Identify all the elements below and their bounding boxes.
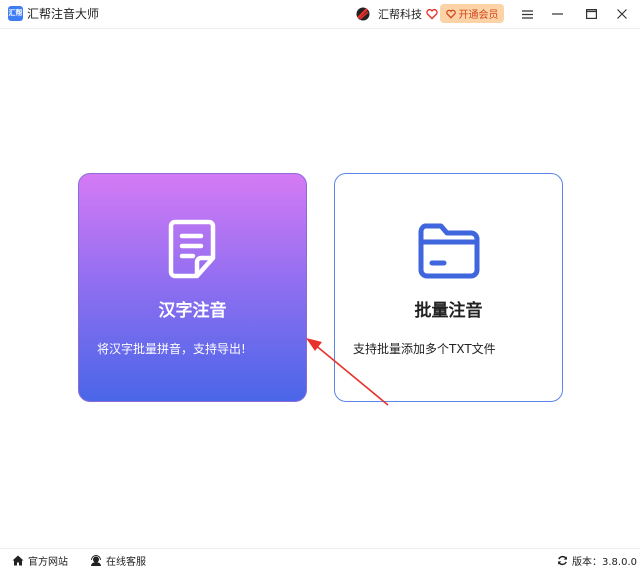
vip-button[interactable]: 开通会员 <box>440 4 504 23</box>
card-batch-zhuyin[interactable]: 批量注音 支持批量添加多个TXT文件 <box>334 173 563 402</box>
official-website-link[interactable]: 官方网站 <box>12 553 68 568</box>
vip-button-label: 开通会员 <box>458 10 499 21</box>
online-support-label: 在线客服 <box>106 557 146 568</box>
card-description: 将汉字批量拼音，支持导出! <box>97 342 246 356</box>
document-icon <box>168 219 215 279</box>
minimize-icon <box>551 13 563 15</box>
heart-icon[interactable] <box>426 8 438 20</box>
close-icon <box>617 9 627 19</box>
app-logo-text: 汇帮 <box>8 9 23 17</box>
online-support-link[interactable]: 在线客服 <box>90 553 146 568</box>
folder-icon <box>418 223 479 279</box>
menu-button[interactable] <box>516 4 538 24</box>
card-title: 批量注音 <box>414 301 483 321</box>
brand-name: 汇帮科技 <box>378 8 422 21</box>
status-bar: 官方网站 在线客服 版本：3.8.0.0 <box>0 548 640 571</box>
close-button[interactable] <box>611 4 633 24</box>
version-label: 版本：3.8.0.0 <box>572 557 637 568</box>
app-logo-icon: 汇帮 <box>8 6 23 21</box>
card-description: 支持批量添加多个TXT文件 <box>353 342 496 356</box>
brand-logo-icon <box>356 7 370 21</box>
version-info[interactable]: 版本：3.8.0.0 <box>557 553 637 568</box>
official-website-label: 官方网站 <box>28 557 68 568</box>
brand: 汇帮科技 <box>355 4 438 24</box>
maximize-icon <box>585 9 597 19</box>
refresh-icon <box>558 555 567 566</box>
minimize-button[interactable] <box>546 4 568 24</box>
menu-icon <box>521 9 533 19</box>
home-icon <box>12 555 24 566</box>
app-title: 汇帮注音大师 <box>27 7 100 21</box>
title-bar: 汇帮 汇帮注音大师 汇帮科技 开通会员 <box>0 0 640 29</box>
headset-icon <box>91 554 101 566</box>
vip-heart-icon <box>445 9 456 19</box>
card-hanzi-zhuyin[interactable]: 汉字注音 将汉字批量拼音，支持导出! <box>78 173 307 402</box>
card-title: 汉字注音 <box>158 301 227 321</box>
maximize-button[interactable] <box>580 4 602 24</box>
